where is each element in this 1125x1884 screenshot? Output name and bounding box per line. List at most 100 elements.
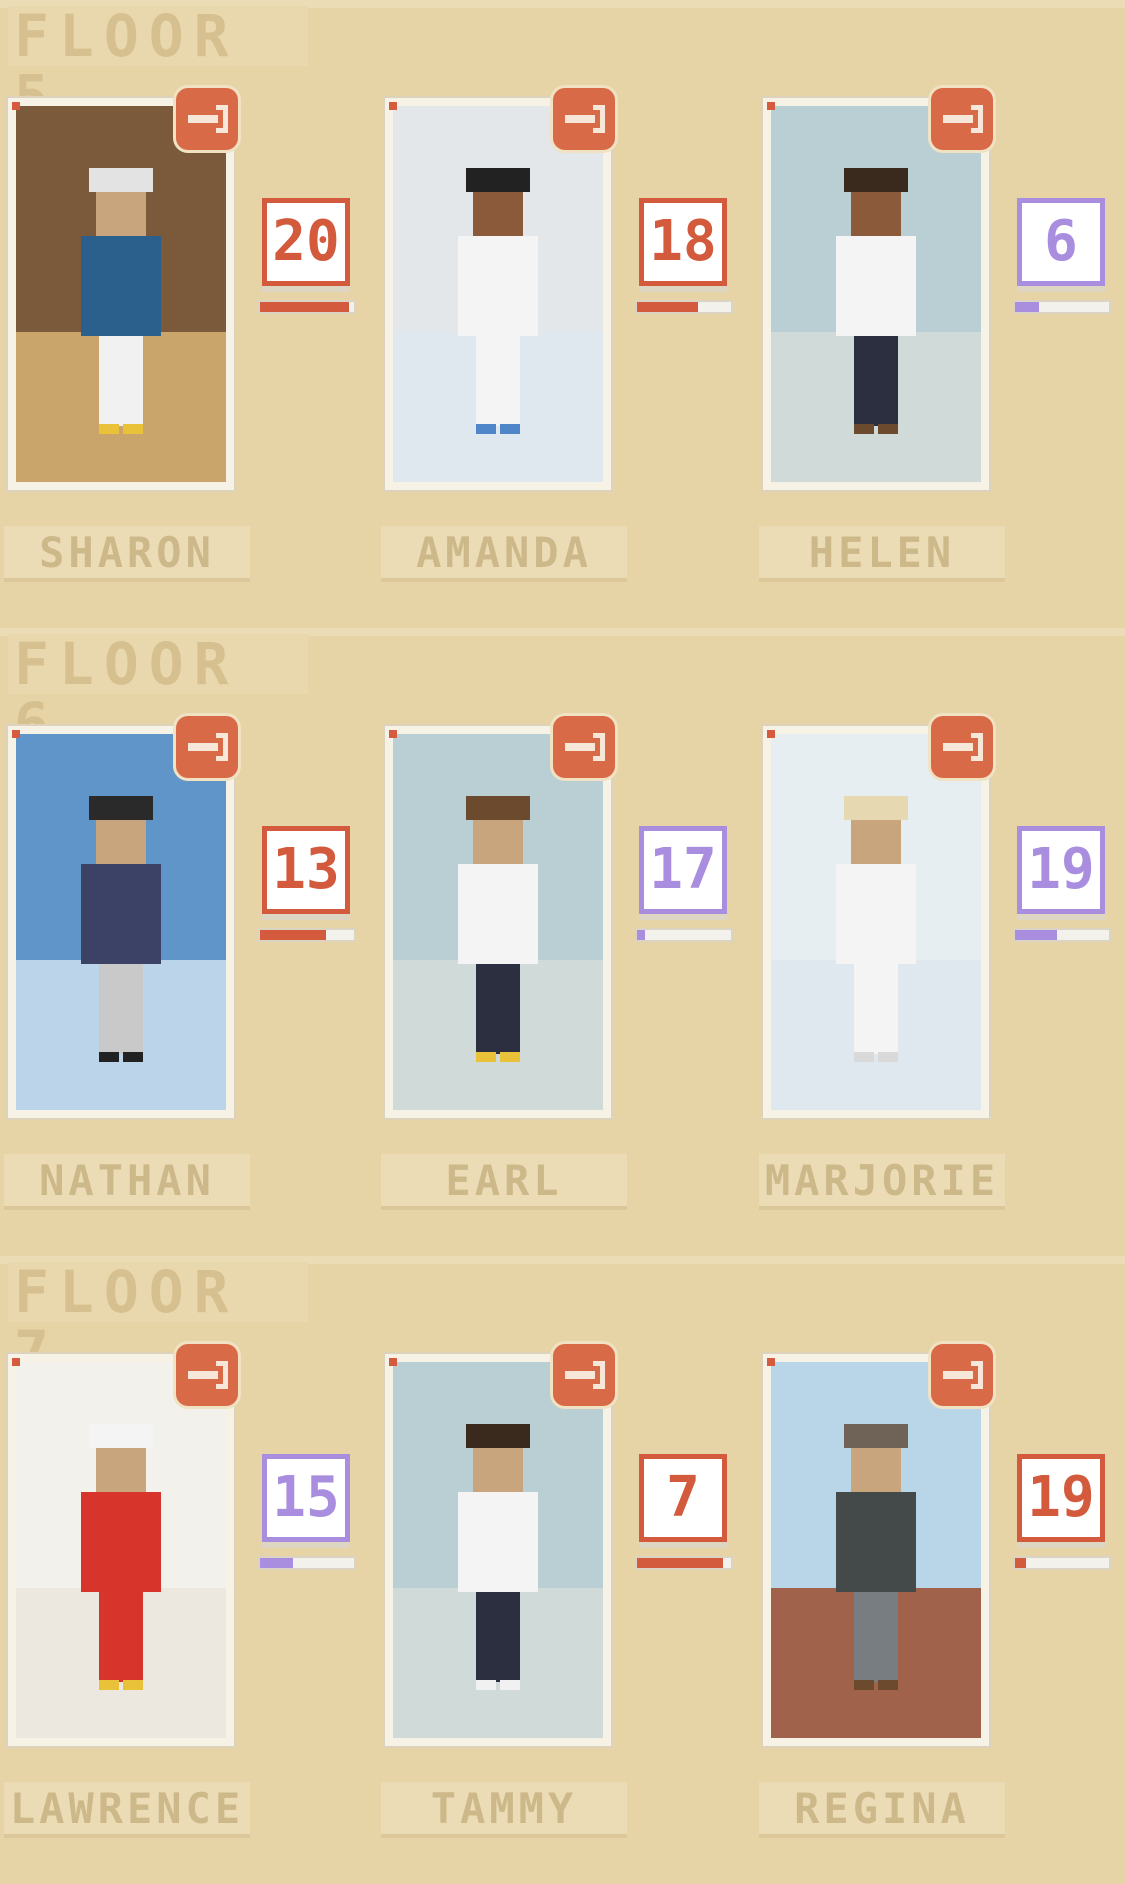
status-dot (12, 1358, 20, 1366)
level-progress-bar (1013, 1556, 1111, 1570)
sprite-shoe (500, 1052, 520, 1062)
sprite-hair (89, 168, 153, 192)
sprite-shoe (878, 1680, 898, 1690)
evict-button[interactable] (553, 1344, 615, 1406)
sprite-shoe (854, 1052, 874, 1062)
evict-button[interactable] (931, 1344, 993, 1406)
tenant-sprite (448, 796, 548, 1104)
tenant-card[interactable]: 17 EARL (377, 716, 757, 1216)
sprite-shoe (123, 424, 143, 434)
tenant-card[interactable]: 19 REGINA (755, 1344, 1125, 1844)
tenant-sprite (448, 1424, 548, 1732)
tenant-portrait[interactable] (6, 96, 236, 492)
floor-title: FLOOR 5 (8, 6, 308, 126)
tenant-card[interactable]: 19 MARJORIE (755, 716, 1125, 1216)
sprite-hair (844, 796, 908, 820)
tenant-card[interactable]: 13 NATHAN (0, 716, 380, 1216)
tenant-portrait[interactable] (761, 724, 991, 1120)
tenant-level: 18 (639, 198, 727, 286)
level-progress-bar (258, 928, 356, 942)
tenant-card[interactable]: 20 SHARON (0, 88, 380, 588)
tenant-level: 19 (1017, 826, 1105, 914)
sprite-hair (89, 1424, 153, 1448)
status-dot (767, 730, 775, 738)
tenant-card[interactable]: 18 AMANDA (377, 88, 757, 588)
evict-button[interactable] (176, 1344, 238, 1406)
level-progress-bar (635, 928, 733, 942)
sprite-legs (99, 1592, 143, 1682)
sprite-torso (458, 864, 538, 964)
sprite-shoe (123, 1680, 143, 1690)
tenant-portrait[interactable] (383, 1352, 613, 1748)
level-progress-fill (637, 1558, 724, 1568)
tenant-sprite (71, 168, 171, 476)
evict-button[interactable] (176, 88, 238, 150)
level-progress-bar (635, 300, 733, 314)
portrait-scene (393, 1362, 603, 1738)
tenant-name: EARL (381, 1154, 627, 1210)
tenant-portrait[interactable] (761, 96, 991, 492)
status-dot (12, 102, 20, 110)
tenant-portrait[interactable] (383, 96, 613, 492)
tenant-name: TAMMY (381, 1782, 627, 1838)
portrait-scene (16, 734, 226, 1110)
status-dot (767, 1358, 775, 1366)
sprite-shoe (99, 424, 119, 434)
evict-button[interactable] (553, 716, 615, 778)
tenant-portrait[interactable] (761, 1352, 991, 1748)
tenant-sprite (71, 1424, 171, 1732)
sprite-torso (81, 864, 161, 964)
floor-section: FLOOR 5 20 SHARON 18 AMANDA 6 HELEN (0, 0, 1125, 628)
tenant-sprite (826, 168, 926, 476)
level-progress-bar (1013, 928, 1111, 942)
portrait-scene (771, 106, 981, 482)
evict-button[interactable] (931, 716, 993, 778)
tenant-portrait[interactable] (6, 1352, 236, 1748)
sprite-shoe (500, 424, 520, 434)
evict-button[interactable] (553, 88, 615, 150)
floor-title: FLOOR 7 (8, 1262, 308, 1382)
portrait-scene (16, 106, 226, 482)
floor-section: FLOOR 7 15 LAWRENCE 7 TAMMY 19 REGINA (0, 1256, 1125, 1884)
sprite-legs (476, 964, 520, 1054)
sprite-torso (81, 236, 161, 336)
sprite-legs (476, 336, 520, 426)
level-progress-bar (258, 1556, 356, 1570)
tenant-name: REGINA (759, 1782, 1005, 1838)
sprite-shoe (476, 1052, 496, 1062)
tenant-portrait[interactable] (6, 724, 236, 1120)
status-dot (389, 1358, 397, 1366)
sprite-torso (458, 1492, 538, 1592)
tenant-level: 6 (1017, 198, 1105, 286)
sprite-legs (476, 1592, 520, 1682)
level-progress-fill (637, 302, 699, 312)
portrait-scene (16, 1362, 226, 1738)
tenant-name: AMANDA (381, 526, 627, 582)
level-progress-fill (1015, 302, 1039, 312)
tenant-card[interactable]: 6 HELEN (755, 88, 1125, 588)
status-dot (389, 730, 397, 738)
tenant-name: MARJORIE (759, 1154, 1005, 1210)
evict-button[interactable] (176, 716, 238, 778)
status-dot (389, 102, 397, 110)
portrait-scene (771, 734, 981, 1110)
tenant-portrait[interactable] (383, 724, 613, 1120)
level-progress-fill (637, 930, 645, 940)
sprite-hair (89, 796, 153, 820)
sprite-hair (844, 1424, 908, 1448)
sprite-torso (81, 1492, 161, 1592)
level-progress-fill (260, 930, 326, 940)
tenant-card[interactable]: 15 LAWRENCE (0, 1344, 380, 1844)
sprite-shoe (854, 424, 874, 434)
portrait-scene (771, 1362, 981, 1738)
tenant-level: 20 (262, 198, 350, 286)
sprite-hair (844, 168, 908, 192)
tenant-sprite (448, 168, 548, 476)
tenant-card[interactable]: 7 TAMMY (377, 1344, 757, 1844)
tenant-name: SHARON (4, 526, 250, 582)
tenant-sprite (826, 796, 926, 1104)
portrait-scene (393, 734, 603, 1110)
level-progress-bar (635, 1556, 733, 1570)
evict-button[interactable] (931, 88, 993, 150)
level-progress-bar (258, 300, 356, 314)
